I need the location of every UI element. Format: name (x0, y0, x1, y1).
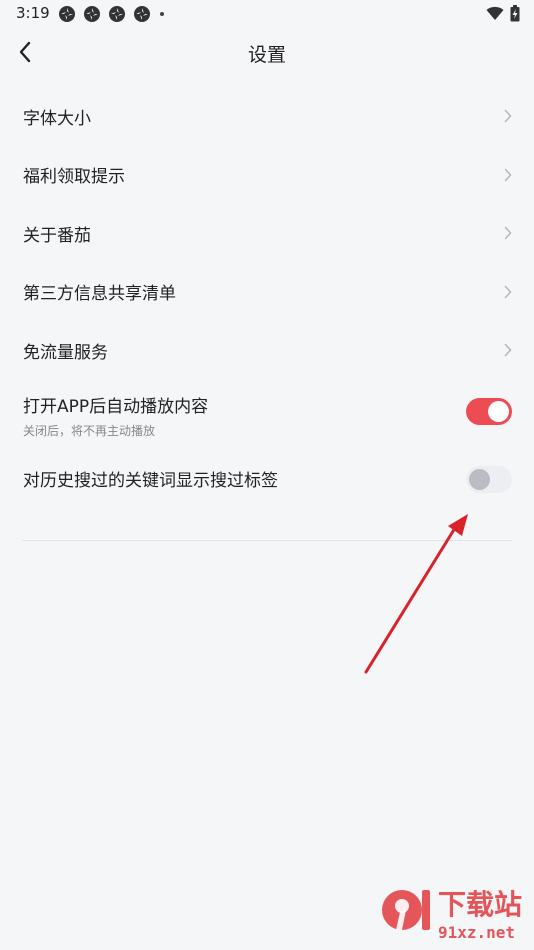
settings-item-label: 字体大小 (23, 108, 91, 129)
chevron-right-icon (504, 344, 512, 357)
notification-icons (58, 5, 151, 23)
settings-item-font-size[interactable]: 字体大小 (0, 87, 534, 146)
settings-item-free-data-service[interactable]: 免流量服务 (0, 321, 534, 380)
notification-app-icon (109, 6, 125, 22)
settings-screen: 3:19 设置 字体大小 福利领取提示 关于番茄 第三方信息共享清单 免流量服务… (0, 0, 534, 950)
settings-list: 字体大小 福利领取提示 关于番茄 第三方信息共享清单 免流量服务 打开APP后自… (0, 87, 534, 508)
list-divider (22, 540, 512, 541)
search-history-tag-toggle[interactable] (466, 465, 512, 493)
settings-item-welfare-reminder[interactable]: 福利领取提示 (0, 146, 534, 205)
chevron-right-icon (504, 168, 512, 181)
battery-charging-icon (510, 5, 520, 22)
autoplay-label: 打开APP后自动播放内容 (23, 396, 209, 417)
chevron-right-icon (504, 227, 512, 240)
autoplay-toggle[interactable] (466, 397, 512, 425)
watermark-logo-icon: 下载站 91xz.net (382, 888, 522, 942)
page-title: 设置 (247, 44, 286, 66)
settings-item-label: 关于番茄 (23, 225, 91, 246)
status-right-icons (486, 5, 520, 22)
chevron-right-icon (504, 285, 512, 298)
more-notifications-dot-icon (160, 12, 164, 16)
wifi-icon (486, 6, 504, 20)
toggle-knob (469, 468, 490, 490)
watermark-logo-text: 下载站 (438, 888, 522, 921)
notification-app-icon (59, 6, 75, 22)
settings-item-autoplay: 打开APP后自动播放内容 关闭后，将不再主动播放 (0, 380, 534, 450)
settings-item-third-party-sharing[interactable]: 第三方信息共享清单 (0, 263, 534, 322)
settings-item-search-history-tag: 对历史搜过的关键词显示搜过标签 (0, 450, 534, 508)
notification-app-icon (84, 6, 100, 22)
chevron-right-icon (504, 110, 512, 123)
status-bar: 3:19 (0, 0, 534, 28)
status-time: 3:19 (16, 4, 50, 22)
settings-item-label: 福利领取提示 (23, 167, 125, 188)
settings-item-label: 免流量服务 (23, 342, 108, 363)
autoplay-subtitle: 关闭后，将不再主动播放 (23, 423, 156, 438)
notification-app-icon (134, 6, 150, 22)
watermark-site-text: 91xz.net (438, 923, 515, 942)
settings-item-about[interactable]: 关于番茄 (0, 204, 534, 263)
toggle-knob (488, 400, 509, 422)
search-history-tag-label: 对历史搜过的关键词显示搜过标签 (23, 470, 278, 491)
header: 设置 (0, 28, 534, 76)
settings-item-label: 第三方信息共享清单 (23, 284, 176, 305)
